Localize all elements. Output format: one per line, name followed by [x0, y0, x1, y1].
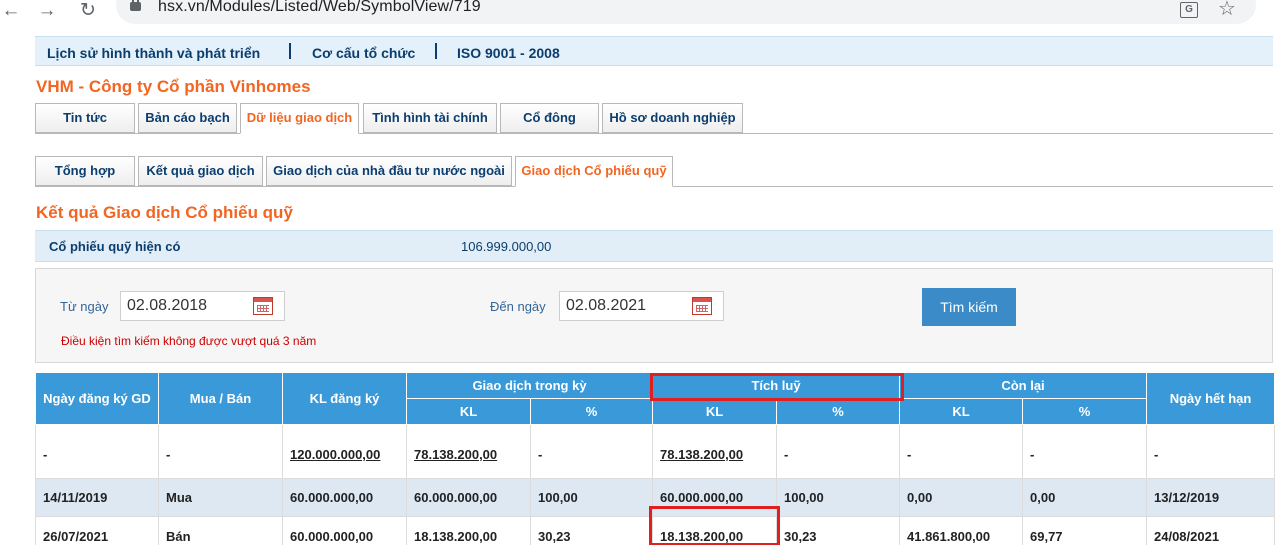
header-side: Mua / Bán — [158, 372, 283, 425]
cell-period-pct: - — [530, 424, 653, 479]
cell-expiry: 24/08/2021 — [1146, 516, 1275, 545]
section-title: Kết quả Giao dịch Cổ phiếu quỹ — [36, 203, 293, 222]
cell-side: Bán — [158, 516, 283, 545]
header-kl: KL — [652, 398, 777, 425]
highlight-cumulative-value — [649, 506, 780, 545]
separator — [289, 43, 291, 59]
top-link-bar: Lịch sử hình thành và phát triển Cơ cấu … — [35, 36, 1273, 66]
cell-side: - — [158, 424, 283, 479]
period-volume-link[interactable]: 78.138.200,00 — [414, 447, 497, 462]
lock-icon — [130, 0, 141, 11]
tab-trading-data[interactable]: Dữ liệu giao dịch — [240, 103, 359, 134]
cell-registered: 60.000.000,00 — [282, 516, 407, 545]
cell-registered-link[interactable]: 120.000.000,00 — [282, 424, 407, 479]
subtab-summary[interactable]: Tổng hợp — [35, 156, 135, 186]
search-button[interactable]: Tìm kiếm — [922, 288, 1016, 326]
tab-news[interactable]: Tin tức — [35, 103, 135, 133]
cell-remaining-pct: 0,00 — [1022, 478, 1147, 517]
bookmark-star-icon[interactable]: ☆ — [1218, 0, 1236, 21]
cell-remaining-pct: - — [1022, 424, 1147, 479]
address-bar[interactable]: hsx.vn/Modules/Listed/Web/SymbolView/719… — [116, 0, 1256, 24]
link-iso[interactable]: ISO 9001 - 2008 — [457, 45, 560, 61]
cell-cumulative-pct: 30,23 — [776, 516, 900, 545]
forward-icon[interactable]: → — [36, 0, 58, 24]
cumulative-volume-link[interactable]: 78.138.200,00 — [660, 447, 743, 462]
calendar-icon[interactable] — [253, 297, 273, 315]
calendar-icon[interactable] — [692, 297, 712, 315]
tab-shareholders[interactable]: Cổ đông — [500, 103, 599, 133]
cell-remaining-kl: 0,00 — [899, 478, 1023, 517]
registered-volume-link[interactable]: 120.000.000,00 — [290, 447, 380, 462]
header-kl: KL — [406, 398, 531, 425]
cell-period-kl: 18.138.200,00 — [406, 516, 531, 545]
tab-baseline — [35, 133, 1273, 134]
url-text[interactable]: hsx.vn/Modules/Listed/Web/SymbolView/719 — [158, 0, 481, 16]
tab-prospectus[interactable]: Bản cáo bạch — [138, 103, 237, 133]
header-period-trading: Giao dịch trong kỳ — [406, 372, 653, 399]
treasury-stock-summary: Cổ phiếu quỹ hiện có 106.999.000,00 — [35, 230, 1273, 262]
header-reg-date: Ngày đăng ký GD — [35, 372, 159, 425]
cell-remaining-kl: - — [899, 424, 1023, 479]
search-panel: Từ ngày 02.08.2018 Đến ngày 02.08.2021 T… — [35, 268, 1273, 363]
subtab-treasury-stock[interactable]: Giao dịch Cổ phiếu quỹ — [515, 156, 673, 187]
from-date-label: Từ ngày — [60, 299, 109, 314]
header-remaining: Còn lại — [899, 372, 1147, 399]
browser-toolbar: ← → ↻ hsx.vn/Modules/Listed/Web/SymbolVi… — [0, 0, 1277, 26]
table-row: - - 120.000.000,00 78.138.200,00 - 78.13… — [35, 424, 1275, 479]
cell-reg-date: 26/07/2021 — [35, 516, 159, 545]
cell-reg-date: - — [35, 424, 159, 479]
cell-registered: 60.000.000,00 — [282, 478, 407, 517]
header-registered-volume: KL đăng ký — [282, 372, 407, 425]
cell-cumulative-pct: 100,00 — [776, 478, 900, 517]
header-pct: % — [530, 398, 653, 425]
treasury-stock-value: 106.999.000,00 — [461, 239, 552, 254]
subtab-foreign-investors[interactable]: Giao dịch của nhà đầu tư nước ngoài — [266, 156, 512, 186]
company-title: VHM - Công ty Cổ phần Vinhomes — [36, 77, 311, 96]
header-kl: KL — [899, 398, 1023, 425]
cell-period-pct: 100,00 — [530, 478, 653, 517]
link-history[interactable]: Lịch sử hình thành và phát triển — [47, 45, 260, 61]
highlight-cumulative-header — [650, 373, 904, 401]
cell-period-kl: 60.000.000,00 — [406, 478, 531, 517]
reload-icon[interactable]: ↻ — [77, 0, 99, 24]
cell-reg-date: 14/11/2019 — [35, 478, 159, 517]
cell-cumulative-pct: - — [776, 424, 900, 479]
cell-expiry: - — [1146, 424, 1275, 479]
tab-company-profile[interactable]: Hồ sơ doanh nghiệp — [602, 103, 743, 133]
translate-icon[interactable]: G — [1180, 2, 1198, 18]
tab-financial[interactable]: Tình hình tài chính — [363, 103, 497, 133]
cell-expiry: 13/12/2019 — [1146, 478, 1275, 517]
to-date-label: Đến ngày — [490, 299, 546, 314]
header-pct: % — [776, 398, 900, 425]
header-expiry-date: Ngày hết hạn — [1146, 372, 1275, 425]
link-org-structure[interactable]: Cơ cấu tổ chức — [312, 45, 415, 61]
cell-cumulative-kl[interactable]: 78.138.200,00 — [652, 424, 777, 479]
search-limit-note: Điều kiện tìm kiếm không được vượt quá 3… — [61, 334, 317, 348]
header-pct: % — [1022, 398, 1147, 425]
cell-period-pct: 30,23 — [530, 516, 653, 545]
cell-remaining-pct: 69,77 — [1022, 516, 1147, 545]
cell-period-kl[interactable]: 78.138.200,00 — [406, 424, 531, 479]
subtab-trading-results[interactable]: Kết quả giao dịch — [138, 156, 263, 186]
cell-remaining-kl: 41.861.800,00 — [899, 516, 1023, 545]
back-icon[interactable]: ← — [0, 0, 22, 24]
cell-side: Mua — [158, 478, 283, 517]
treasury-stock-label: Cổ phiếu quỹ hiện có — [49, 239, 181, 254]
separator — [435, 43, 437, 59]
